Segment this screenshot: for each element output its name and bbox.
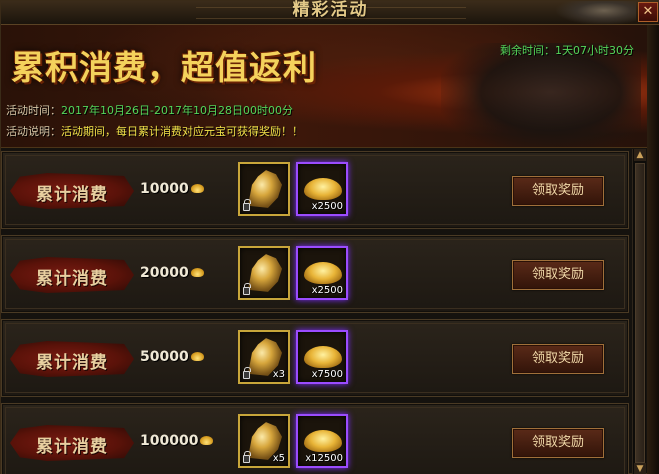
gold-ingot-icon [190,184,204,193]
reward-item-slot[interactable]: x5 [238,414,290,468]
scroll-thumb[interactable] [635,163,645,463]
scroll-down-icon[interactable]: ▼ [634,463,646,474]
dragon-ornament-icon [556,1,636,25]
claim-reward-button[interactable]: 领取奖励 [512,176,604,206]
tier-ribbon: 累计消费 [10,425,134,461]
event-time-label: 活动时间： [6,104,61,117]
window-frame-right [647,25,659,474]
close-icon: ✕ [642,4,654,19]
lock-icon [243,367,251,379]
event-time-line: 活动时间：2017年10月26日-2017年10月28日00时00分 [6,102,293,118]
gold-ingot-icon [304,178,342,200]
spend-amount-value: 100000 [140,433,199,449]
gold-quantity: x12500 [305,453,343,464]
reward-gold-slot[interactable]: x12500 [296,414,348,468]
item-quantity: x3 [272,369,285,380]
tier-ribbon: 累计消费 [10,257,134,293]
tier-ribbon: 累计消费 [10,341,134,377]
reward-item-slot[interactable] [238,246,290,300]
event-banner: 累积消费，超值返利 剩余时间：1天07小时30分 活动时间：2017年10月26… [1,25,659,148]
activity-window: 精彩活动 ✕ 累积消费，超值返利 剩余时间：1天07小时30分 活动时间：201… [0,0,659,474]
spend-amount: 20000 [140,265,204,281]
spend-amount: 50000 [140,349,204,365]
scroll-up-icon[interactable]: ▲ [634,149,646,161]
reward-gold-slot[interactable]: x2500 [296,162,348,216]
gold-quantity: x2500 [311,201,343,212]
reward-row: 累计消费 100000 x5 x12500 领取奖励 [1,403,629,474]
spend-amount-value: 10000 [140,181,189,197]
reward-row: 累计消费 50000 x3 x7500 领取奖励 [1,319,629,397]
reward-row: 累计消费 20000 x2500 领取奖励 [1,235,629,313]
tier-label: 累计消费 [36,437,108,457]
gold-quantity: x7500 [311,369,343,380]
spend-amount-value: 50000 [140,349,189,365]
gold-ingot-icon [190,268,204,277]
tier-label: 累计消费 [36,185,108,205]
banner-warrior-art [441,43,641,147]
gold-ingot-icon [190,352,204,361]
lock-icon [243,199,251,211]
reward-item-slot[interactable] [238,162,290,216]
scrollbar[interactable]: ▲ ▼ [632,149,646,474]
close-button[interactable]: ✕ [638,2,658,22]
gold-quantity: x2500 [311,285,343,296]
gold-ingot-icon [304,430,342,452]
reward-row: 累计消费 10000 x2500 领取奖励 [1,151,629,229]
tier-ribbon: 累计消费 [10,173,134,209]
item-quantity: x5 [272,453,285,464]
event-desc-value: 活动期间，每日累计消费对应元宝可获得奖励！！ [61,125,303,138]
claim-reward-button[interactable]: 领取奖励 [512,344,604,374]
gold-ingot-icon [200,436,214,445]
lock-icon [243,283,251,295]
event-time-value: 2017年10月26日-2017年10月28日00时00分 [61,104,293,117]
countdown-value: 1天07小时30分 [555,44,634,57]
event-desc-label: 活动说明： [6,125,61,138]
reward-gold-slot[interactable]: x2500 [296,246,348,300]
claim-reward-button[interactable]: 领取奖励 [512,428,604,458]
lock-icon [243,451,251,463]
title-bar[interactable]: 精彩活动 ✕ [1,0,659,25]
banner-headline: 累积消费，超值返利 [11,48,317,87]
claim-reward-button[interactable]: 领取奖励 [512,260,604,290]
tier-label: 累计消费 [36,269,108,289]
countdown-label: 剩余时间： [500,44,555,57]
gold-ingot-icon [304,346,342,368]
spend-amount: 100000 [140,433,214,449]
countdown: 剩余时间：1天07小时30分 [500,42,634,58]
reward-list[interactable]: 累计消费 10000 x2500 领取奖励 累计消费 20000 x2500 领… [1,149,629,474]
reward-item-slot[interactable]: x3 [238,330,290,384]
event-desc-line: 活动说明：活动期间，每日累计消费对应元宝可获得奖励！！ [6,123,303,139]
spend-amount-value: 20000 [140,265,189,281]
gold-ingot-icon [304,262,342,284]
reward-gold-slot[interactable]: x7500 [296,330,348,384]
tier-label: 累计消费 [36,353,108,373]
spend-amount: 10000 [140,181,204,197]
